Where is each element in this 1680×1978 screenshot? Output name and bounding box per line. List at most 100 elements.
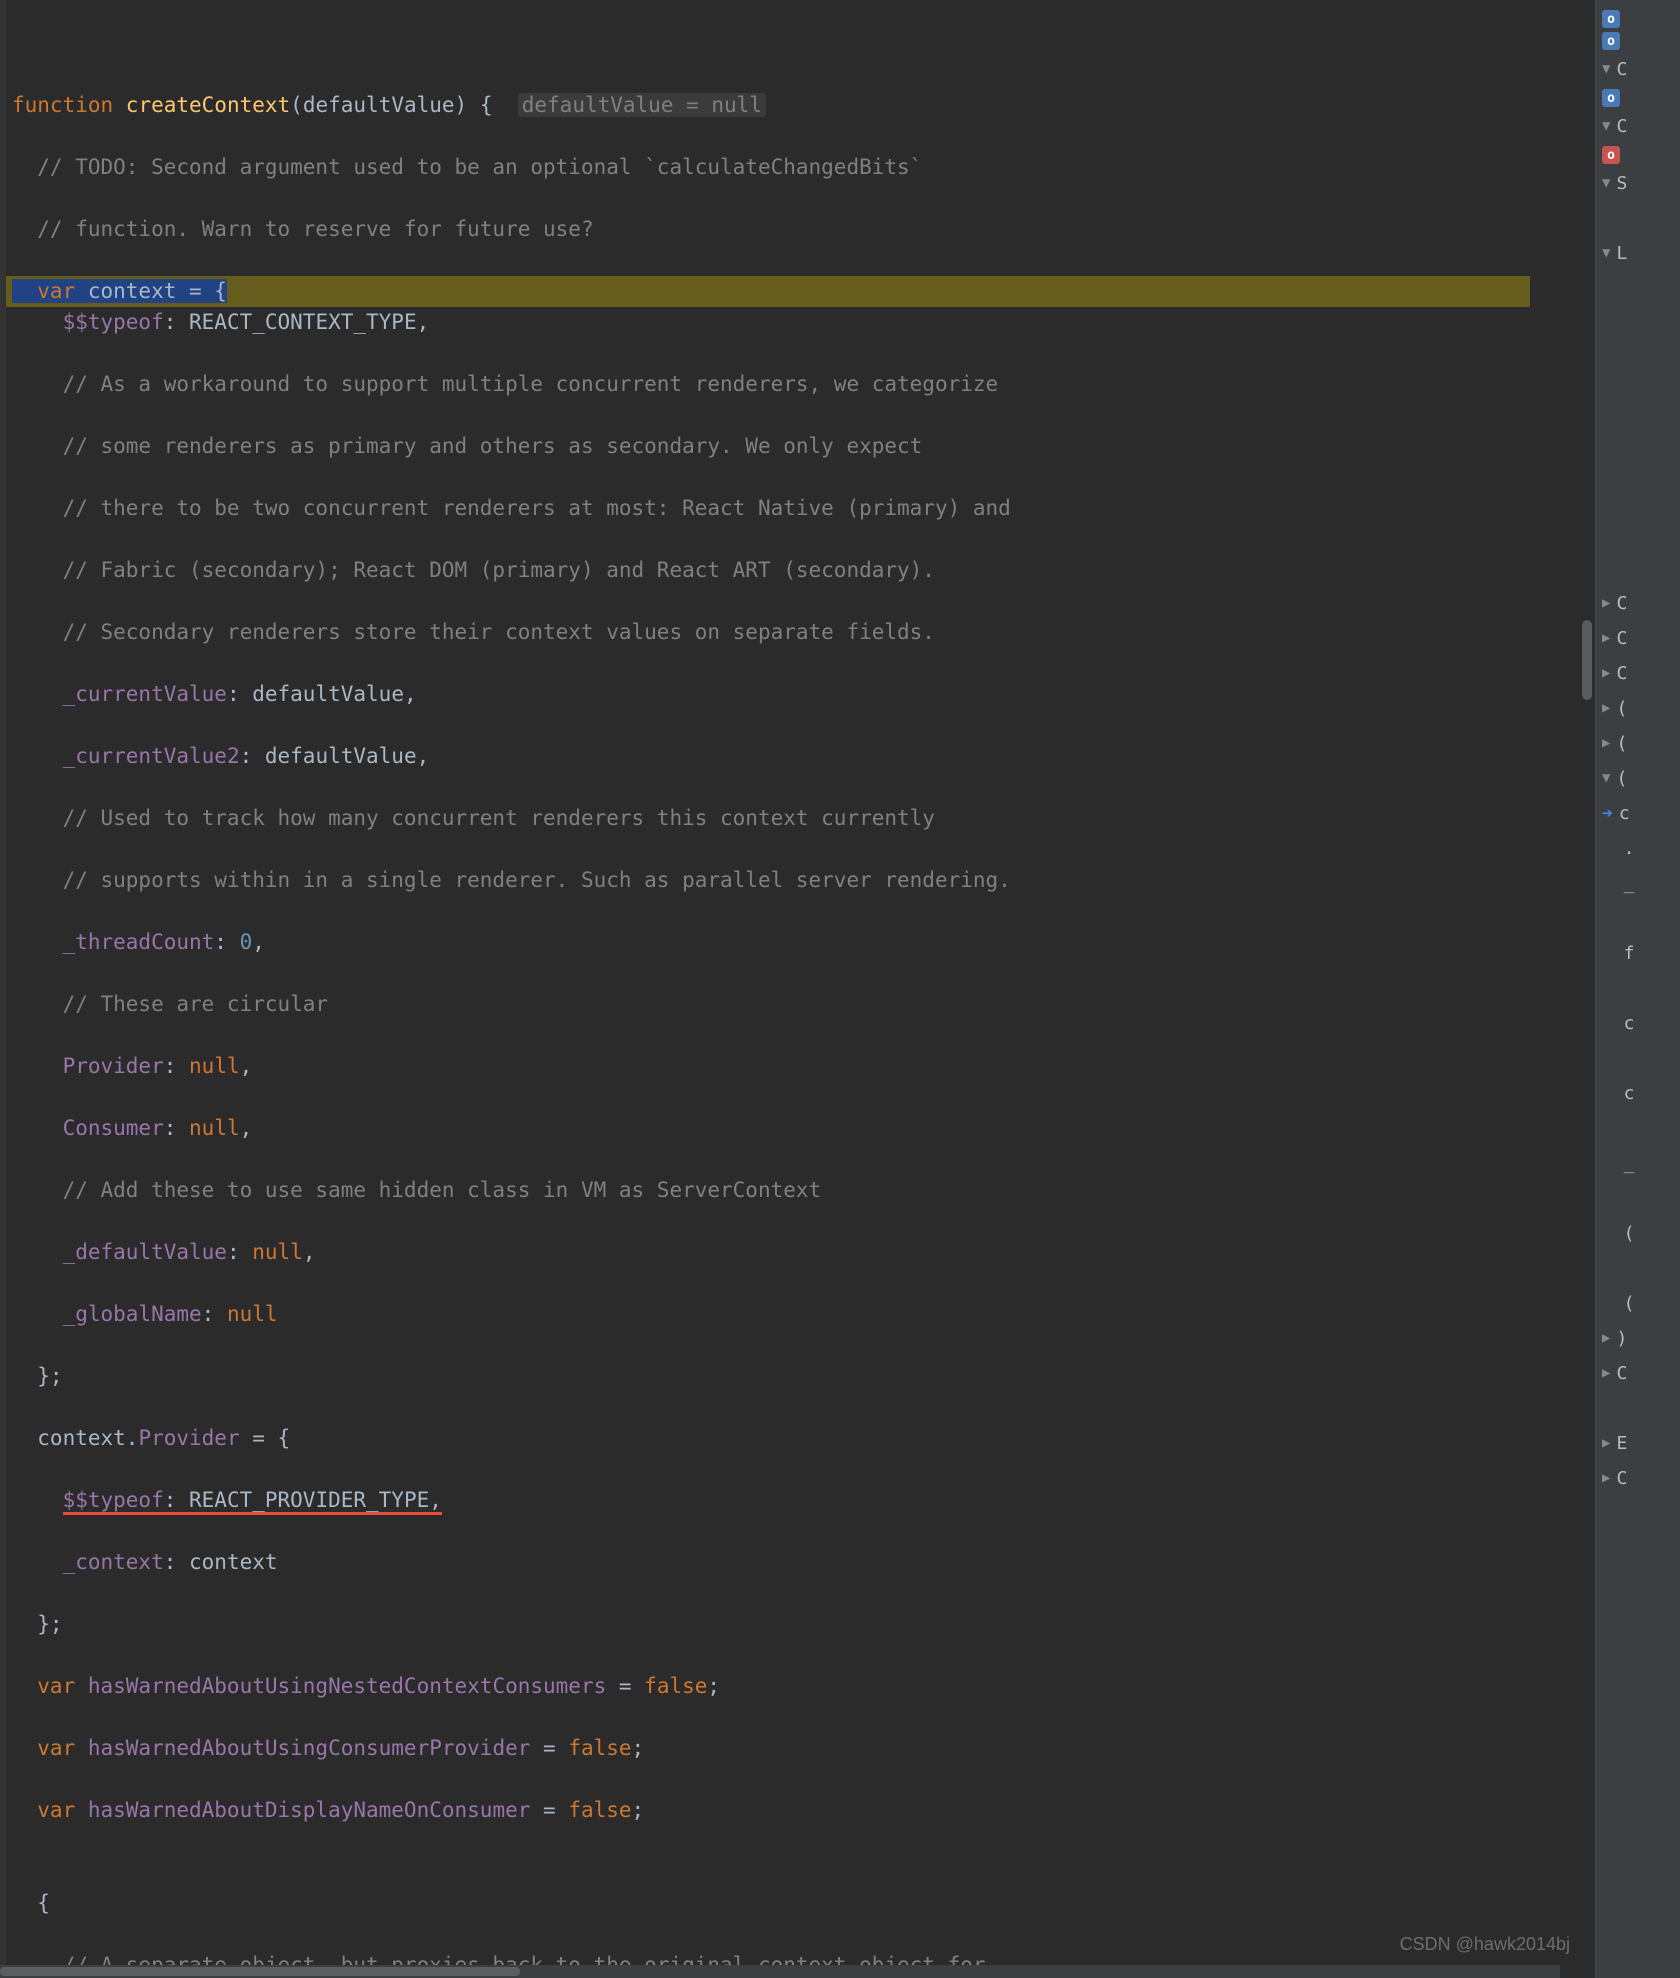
structure-label: _ <box>1602 868 1635 899</box>
structure-item[interactable]: f <box>1596 936 1680 971</box>
horizontal-scrollbar[interactable] <box>0 1965 1560 1978</box>
structure-item[interactable]: ➔c <box>1596 796 1680 831</box>
inline-hint: defaultValue = null <box>518 93 766 117</box>
chevron-down-icon: ▼ <box>1602 238 1610 269</box>
code-line: Provider: null, <box>12 1051 1560 1082</box>
structure-label: c <box>1602 1078 1635 1109</box>
code-line: _threadCount: 0, <box>12 927 1560 958</box>
structure-item[interactable] <box>1596 1041 1680 1076</box>
structure-item[interactable]: ▶( <box>1596 691 1680 726</box>
code-line: _currentValue2: defaultValue, <box>12 741 1560 772</box>
structure-item[interactable] <box>1596 341 1680 376</box>
structure-item[interactable] <box>1596 411 1680 446</box>
code-line: }; <box>12 1609 1560 1640</box>
structure-item[interactable]: ▼L <box>1596 236 1680 271</box>
structure-label: ( <box>1616 728 1627 759</box>
structure-item[interactable] <box>1596 376 1680 411</box>
structure-label: c <box>1619 798 1630 829</box>
structure-item[interactable] <box>1596 271 1680 306</box>
structure-item[interactable] <box>1596 971 1680 1006</box>
structure-label: E <box>1616 1428 1627 1459</box>
structure-item[interactable]: ▶C <box>1596 656 1680 691</box>
highlighted-selection-line: var context = { <box>0 276 1530 307</box>
structure-item[interactable]: ▶E <box>1596 1426 1680 1461</box>
code-line: // Used to track how many concurrent ren… <box>12 803 1560 834</box>
object-icon: o <box>1602 146 1620 164</box>
structure-item[interactable]: _ <box>1596 866 1680 901</box>
vertical-scrollbar-thumb[interactable] <box>1582 620 1592 700</box>
structure-item[interactable]: o <box>1596 87 1680 109</box>
structure-item[interactable] <box>1596 201 1680 236</box>
structure-item[interactable]: ( <box>1596 1286 1680 1321</box>
structure-item[interactable]: ▶C <box>1596 586 1680 621</box>
structure-label: L <box>1616 238 1627 269</box>
structure-item[interactable]: ▶( <box>1596 726 1680 761</box>
structure-item[interactable]: c <box>1596 1006 1680 1041</box>
structure-label: ( <box>1602 1218 1635 1249</box>
code-line: _context: context <box>12 1547 1560 1578</box>
code-line: _globalName: null <box>12 1299 1560 1330</box>
structure-item[interactable]: ▶C <box>1596 1356 1680 1391</box>
structure-item[interactable]: ▶C <box>1596 1461 1680 1496</box>
chevron-right-icon: ▶ <box>1602 1323 1610 1354</box>
structure-item[interactable] <box>1596 1391 1680 1426</box>
code-line: { <box>12 1888 1560 1919</box>
code-line: var hasWarnedAboutDisplayNameOnConsumer … <box>12 1795 1560 1826</box>
structure-label: S <box>1616 168 1627 199</box>
structure-item[interactable]: c <box>1596 1076 1680 1111</box>
chevron-down-icon: ▼ <box>1602 111 1610 142</box>
code-line: Consumer: null, <box>12 1113 1560 1144</box>
code-editor[interactable]: function createContext(defaultValue) { d… <box>0 0 1560 1965</box>
chevron-right-icon: ▶ <box>1602 623 1610 654</box>
structure-item[interactable] <box>1596 1251 1680 1286</box>
code-line: _currentValue: defaultValue, <box>12 679 1560 710</box>
code-line: // A separate object, but proxies back t… <box>12 1950 1560 1965</box>
code-line: var hasWarnedAboutUsingConsumerProvider … <box>12 1733 1560 1764</box>
structure-item[interactable]: ▶) <box>1596 1321 1680 1356</box>
structure-item[interactable]: ▶C <box>1596 621 1680 656</box>
structure-label: C <box>1616 658 1627 689</box>
structure-item[interactable]: _ <box>1596 1146 1680 1181</box>
structure-item[interactable]: ▼( <box>1596 761 1680 796</box>
code-line: }; <box>12 1361 1560 1392</box>
code-line: // TODO: Second argument used to be an o… <box>12 152 1560 183</box>
structure-item[interactable]: ( <box>1596 1216 1680 1251</box>
structure-label: _ <box>1602 1148 1635 1179</box>
structure-sidebar[interactable]: oo▼Co▼Co▼S ▼L ▶C▶C▶C▶(▶(▼(➔c . _ f c c _… <box>1595 0 1680 1978</box>
code-line: // some renderers as primary and others … <box>12 431 1560 462</box>
structure-item[interactable]: o <box>1596 144 1680 166</box>
code-line: // Fabric (secondary); React DOM (primar… <box>12 555 1560 586</box>
structure-item[interactable]: o <box>1596 30 1680 52</box>
chevron-right-icon: ▶ <box>1602 588 1610 619</box>
code-line: // As a workaround to support multiple c… <box>12 369 1560 400</box>
structure-item[interactable] <box>1596 551 1680 586</box>
structure-item[interactable] <box>1596 446 1680 481</box>
structure-label: . <box>1602 833 1635 864</box>
chevron-right-icon: ▶ <box>1602 1358 1610 1389</box>
structure-label: f <box>1602 938 1635 969</box>
horizontal-scrollbar-thumb[interactable] <box>0 1967 520 1976</box>
structure-item[interactable] <box>1596 481 1680 516</box>
code-line: // Add these to use same hidden class in… <box>12 1175 1560 1206</box>
code-line: // supports within in a single renderer.… <box>12 865 1560 896</box>
code-line: var hasWarnedAboutUsingNestedContextCons… <box>12 1671 1560 1702</box>
structure-item[interactable] <box>1596 516 1680 551</box>
structure-item[interactable]: . <box>1596 831 1680 866</box>
code-line: $$typeof: REACT_CONTEXT_TYPE, <box>12 307 1560 338</box>
code-line: function createContext(defaultValue) { d… <box>12 90 1560 121</box>
structure-item[interactable] <box>1596 1111 1680 1146</box>
structure-item[interactable]: ▼S <box>1596 166 1680 201</box>
chevron-right-icon: ▶ <box>1602 1463 1610 1494</box>
code-line: // These are circular <box>12 989 1560 1020</box>
structure-label: ) <box>1616 1323 1627 1354</box>
watermark-text: CSDN @hawk2014bj <box>1400 1929 1570 1960</box>
object-icon: o <box>1602 89 1620 107</box>
code-line: context.Provider = { <box>12 1423 1560 1454</box>
structure-item[interactable] <box>1596 306 1680 341</box>
structure-item[interactable] <box>1596 1181 1680 1216</box>
chevron-right-icon: ▶ <box>1602 693 1610 724</box>
chevron-down-icon: ▼ <box>1602 54 1610 85</box>
structure-label: C <box>1616 1358 1627 1389</box>
code-line: // there to be two concurrent renderers … <box>12 493 1560 524</box>
structure-item[interactable] <box>1596 901 1680 936</box>
